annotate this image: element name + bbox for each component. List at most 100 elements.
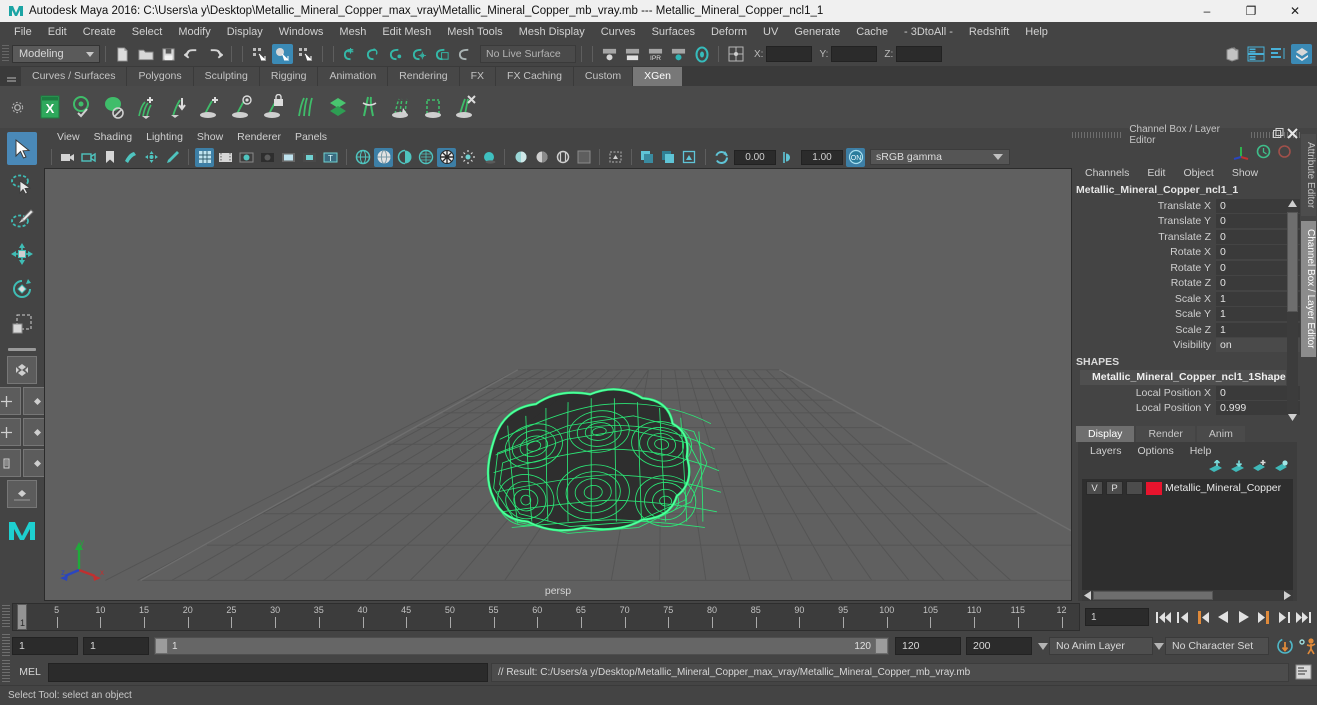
lasso-select-tool[interactable] [7,167,37,200]
playback-start-time-field[interactable]: 1 [83,637,149,655]
range-end-handle[interactable] [875,638,888,654]
side-tab-channel-box[interactable]: Channel Box / Layer Editor [1301,221,1316,357]
shelf-tab-animation[interactable]: Animation [318,67,389,86]
snap-to-grid-button[interactable] [340,44,361,64]
viewport-capture-icon[interactable] [680,148,699,167]
animation-start-time-field[interactable]: 1 [12,637,78,655]
smooth-shade-all-icon[interactable] [374,147,393,167]
depth-of-field-icon[interactable] [553,148,572,167]
time-slider-grip[interactable] [2,605,10,629]
xgen-no-preview-icon[interactable] [98,90,130,124]
snap-to-view-plane-button[interactable] [432,44,453,64]
hypershade-button[interactable] [691,44,712,64]
camera-attributes-icon[interactable] [79,148,98,167]
layer-new-icon[interactable] [1252,460,1267,476]
play-forwards-icon[interactable] [1234,607,1253,627]
menu-uv[interactable]: UV [755,22,786,42]
wireframe-shading-icon[interactable] [353,148,372,167]
scroll-right-arrow-icon[interactable] [1282,590,1293,601]
tab-anim-layers[interactable]: Anim [1196,426,1245,442]
render-view-button[interactable] [599,44,620,64]
viewport-snapshot-icon[interactable] [659,148,678,167]
exposure-display-icon[interactable] [300,148,319,167]
menu-windows[interactable]: Windows [271,22,332,42]
menu-3dtoall[interactable]: - 3DtoAll - [896,22,961,42]
ambient-occlusion-icon[interactable] [479,148,498,167]
layout-hypergraph-icon[interactable] [0,449,21,477]
layer-color-swatch[interactable] [1146,481,1162,495]
shelf-tab-fx-caching[interactable]: FX Caching [496,67,574,86]
layer-menu-layers[interactable]: Layers [1082,445,1130,457]
animation-preferences-icon[interactable] [1298,636,1317,656]
open-scene-button[interactable] [135,44,156,64]
gamma-field[interactable]: 1.00 [801,149,843,165]
xgen-description-check-icon[interactable] [66,90,98,124]
display-text-icon[interactable]: T [321,148,340,167]
manipulator-axes-icon[interactable] [1232,144,1250,163]
menu-cache[interactable]: Cache [848,22,896,42]
shadows-icon[interactable] [458,148,477,167]
step-forward-frame-icon[interactable] [1254,607,1273,627]
shelf-tab-rigging[interactable]: Rigging [259,67,319,86]
layout-quad-icon[interactable] [0,387,21,415]
shelf-tab-rendering[interactable]: Rendering [388,67,460,86]
bookmark-icon[interactable] [100,148,119,167]
shelf-options-gear-icon[interactable] [0,101,34,114]
menu-help[interactable]: Help [1017,22,1056,42]
layer-menu-help[interactable]: Help [1182,445,1220,457]
menu-redshift[interactable]: Redshift [961,22,1017,42]
menu-create[interactable]: Create [75,22,124,42]
menu-deform[interactable]: Deform [703,22,755,42]
redo-button[interactable] [204,44,225,64]
render-settings-button[interactable] [668,44,689,64]
undock-panel-icon[interactable] [1273,128,1284,142]
maximize-button[interactable]: ❐ [1229,0,1273,22]
menu-generate[interactable]: Generate [786,22,848,42]
shelf-tab-fx[interactable]: FX [459,67,497,86]
new-scene-button[interactable] [112,44,133,64]
scroll-up-arrow-icon[interactable] [1287,198,1298,208]
axis-z-field[interactable] [896,46,943,62]
viewport-menu-panels[interactable]: Panels [288,131,334,143]
display-layers-icon[interactable] [638,148,657,167]
undo-button[interactable] [181,44,202,64]
layer-new-from-selected-icon[interactable] [1274,460,1289,476]
menu-modify[interactable]: Modify [170,22,218,42]
exposure-reset-icon[interactable] [712,148,731,167]
xgen-split-icon[interactable] [290,90,322,124]
layer-list-horizontal-scrollbar[interactable] [1082,590,1293,601]
tab-render-layers[interactable]: Render [1136,426,1195,442]
menu-edit[interactable]: Edit [40,22,75,42]
rotate-tool[interactable] [7,272,37,305]
channel-box-scrollbar[interactable] [1287,198,1298,422]
menu-surfaces[interactable]: Surfaces [644,22,703,42]
shelf-tab-sculpting[interactable]: Sculpting [193,67,260,86]
shelf-tab-curves-surfaces[interactable]: Curves / Surfaces [21,67,128,86]
scroll-down-arrow-icon[interactable] [1287,412,1298,422]
range-slider-control[interactable]: 1 120 [154,637,889,655]
shelf-tab-custom[interactable]: Custom [573,67,634,86]
xgen-green-diamonds-icon[interactable] [322,90,354,124]
channel-box-menu-channels[interactable]: Channels [1076,167,1138,179]
viewport-menu-lighting[interactable]: Lighting [139,131,190,143]
channel-box-menu-show[interactable]: Show [1223,167,1267,179]
viewport-menu-renderer[interactable]: Renderer [230,131,288,143]
play-backwards-icon[interactable] [1214,607,1233,627]
layer-visibility-toggle[interactable]: V [1086,481,1103,495]
menu-mesh-tools[interactable]: Mesh Tools [439,22,510,42]
shelf-grip[interactable] [5,70,17,86]
persp-graph-layout[interactable] [7,480,37,508]
layout-outliner-icon[interactable] [0,418,21,446]
viewport-menu-show[interactable]: Show [190,131,230,143]
statusline-grip[interactable] [2,45,9,63]
mel-label[interactable]: MEL [12,666,48,678]
xgen-strands-icon[interactable] [354,90,386,124]
go-to-start-icon[interactable] [1154,607,1173,627]
scroll-left-arrow-icon[interactable] [1082,590,1093,601]
close-button[interactable]: ✕ [1273,0,1317,22]
film-gate-display-icon[interactable] [279,148,298,167]
menu-display[interactable]: Display [219,22,271,42]
layer-move-up-icon[interactable] [1208,459,1223,476]
current-frame-field[interactable]: 1 [1085,608,1149,626]
mel-command-input[interactable] [48,662,488,682]
